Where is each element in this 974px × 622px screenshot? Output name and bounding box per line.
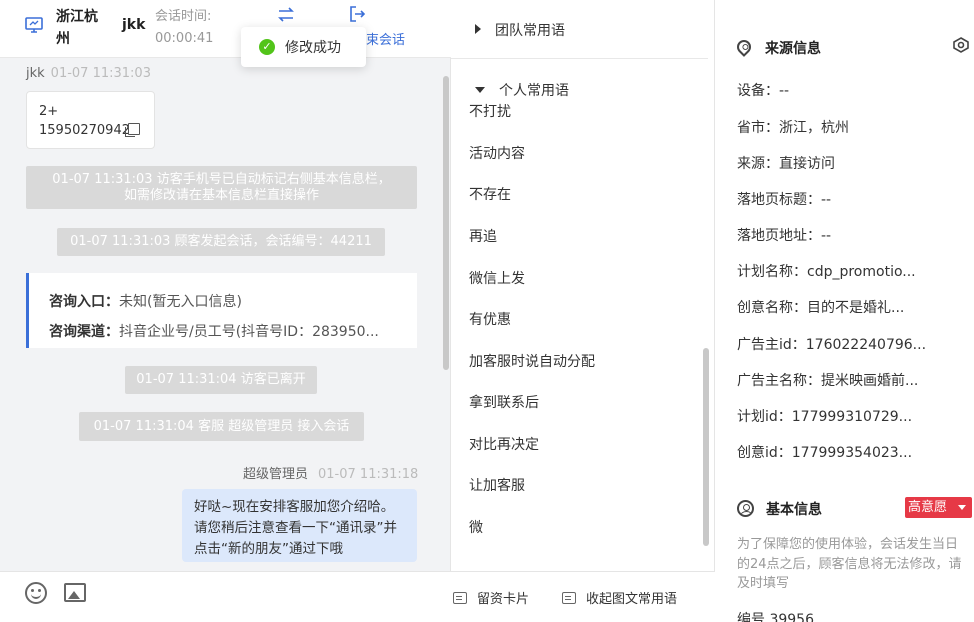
phrase-item[interactable]: 让加客服 <box>469 475 525 495</box>
source-info-label: 来源信息 <box>765 41 821 57</box>
agent-message-header: 超级管理员 01-07 11:31:18 <box>243 463 418 482</box>
phrase-item[interactable]: 拿到联系后 <box>469 392 539 412</box>
consult-info-card: 咨询入口：未知(暂无入口信息) 咨询渠道：抖音企业号/员工号(抖音号ID：283… <box>26 273 417 348</box>
agent-message-name: 超级管理员 <box>243 467 309 482</box>
emoji-icon[interactable] <box>25 582 47 604</box>
info-province-city: 省市：浙江，杭州 <box>737 120 849 136</box>
personal-phrases-group[interactable]: 个人常用语 <box>475 80 569 100</box>
system-message-line: 如需修改请在基本信息栏直接操作 <box>123 188 319 203</box>
end-session-button[interactable]: 束会话 <box>366 29 405 48</box>
user-icon <box>737 500 754 517</box>
phrase-item[interactable]: 对比再决定 <box>469 434 539 454</box>
monitor-icon <box>25 17 43 33</box>
phone-card: 2+ 15950270942 <box>26 91 155 149</box>
system-message-line: 01-07 11:31:03 访客手机号已自动标记右侧基本信息栏， <box>52 172 391 187</box>
visitor-name: jkk <box>122 17 146 33</box>
info-id: 编号 39956 <box>737 612 814 622</box>
session-time-value: 00:00:41 <box>155 31 214 46</box>
caret-down-icon <box>475 87 485 93</box>
system-message-session-start: 01-07 11:31:03 顾客发起会话，会话编号：44211 <box>57 228 385 256</box>
visitor-message-name: jkk <box>26 66 45 81</box>
chat-toolbar <box>0 571 451 622</box>
info-plan-name: 计划名称：cdp_promotio... <box>737 264 916 280</box>
system-message-visitor-left: 01-07 11:31:04 访客已离开 <box>125 366 317 394</box>
lead-card-button[interactable]: 留资卡片 <box>453 588 529 607</box>
info-device: 设备：-- <box>737 83 790 99</box>
phrase-item[interactable]: 不打扰 <box>469 101 511 121</box>
copy-icon[interactable] <box>125 123 140 137</box>
agent-message-time: 01-07 11:31:18 <box>318 467 419 482</box>
basic-info-title: 基本信息 <box>737 499 822 519</box>
consult-entry-value: 未知(暂无入口信息) <box>119 294 242 310</box>
image-icon[interactable] <box>64 583 86 602</box>
session-time-label: 会话时间: <box>155 9 212 24</box>
info-plan-id: 计划id：177999310729... <box>737 409 913 425</box>
message-card-icon <box>453 592 467 604</box>
consult-channel-value: 抖音企业号/员工号(抖音号ID：283950... <box>119 324 379 340</box>
collapse-phrases-label: 收起图文常用语 <box>586 592 678 607</box>
info-source: 来源：直接访问 <box>737 156 835 172</box>
edit-notice: 为了保障您的使用体验，会话发生当日的24点之后，顾客信息将无法修改，请及时填写 <box>737 537 962 591</box>
caret-right-icon <box>475 24 481 34</box>
team-phrases-label: 团队常用语 <box>495 23 565 39</box>
consult-entry-row: 咨询入口：未知(暂无入口信息) <box>49 287 397 317</box>
toast-text: 修改成功 <box>285 40 341 56</box>
info-creative-id: 创意id：177999354023... <box>737 445 913 461</box>
transfer-icon[interactable] <box>276 5 296 25</box>
consult-channel-label: 咨询渠道： <box>49 324 119 340</box>
visitor-info-panel: 来源信息 设备：-- 省市：浙江，杭州 来源：直接访问 落地页标题：-- 落地页… <box>715 0 974 622</box>
info-landing-title: 落地页标题：-- <box>737 192 832 208</box>
eye-icon[interactable] <box>952 37 970 53</box>
info-advertiser-id: 广告主id：176022240796... <box>737 337 927 353</box>
intent-level-dropdown[interactable]: 高意愿 <box>905 497 972 518</box>
phrase-item[interactable]: 有优惠 <box>469 309 511 329</box>
system-message-phone-marked: 01-07 11:31:03 访客手机号已自动标记右侧基本信息栏， 如需修改请在… <box>26 166 417 209</box>
basic-info-label: 基本信息 <box>766 502 822 518</box>
chat-header: 浙江杭州 jkk 会话时间: 00:00:41 束会话 <box>0 0 451 58</box>
info-creative-name: 创意名称：目的不是婚礼... <box>737 300 905 316</box>
phone-number: 2+ 15950270942 <box>39 104 130 138</box>
agent-message-bubble: 好哒~现在安排客服加您介绍哈。请您稍后注意查看一下“通讯录”并点击“新的朋友”通… <box>182 489 417 562</box>
check-circle-icon: ✓ <box>259 39 275 55</box>
system-message-agent-joined: 01-07 11:31:04 客服 超级管理员 接入会话 <box>79 412 364 441</box>
consult-entry-label: 咨询入口： <box>49 294 119 310</box>
team-phrases-group[interactable]: 团队常用语 <box>475 20 565 40</box>
phrase-item[interactable]: 不存在 <box>469 184 511 204</box>
collapse-phrases-button[interactable]: 收起图文常用语 <box>562 588 677 607</box>
chat-panel: 浙江杭州 jkk 会话时间: 00:00:41 束会话 ✓ 修改成功 jkk 01… <box>0 0 451 622</box>
phrase-item[interactable]: 活动内容 <box>469 143 525 163</box>
location-pin-icon <box>734 37 754 57</box>
phrase-item[interactable]: 微 <box>469 517 483 537</box>
info-advertiser-name: 广告主名称：提米映画婚前... <box>737 373 919 389</box>
end-session-icon[interactable] <box>347 4 367 24</box>
phrase-item[interactable]: 微信上发 <box>469 268 525 288</box>
divider <box>451 58 708 59</box>
phrases-panel: 团队常用语 个人常用语 不打扰 活动内容 不存在 再追 微信上发 有优惠 加客服… <box>451 0 715 622</box>
phrase-item[interactable]: 再追 <box>469 226 497 246</box>
phrases-footer: 留资卡片 收起图文常用语 <box>451 571 715 622</box>
success-toast: ✓ 修改成功 <box>241 27 366 67</box>
info-landing-url: 落地页地址：-- <box>737 228 832 244</box>
visitor-message-time: 01-07 11:31:03 <box>50 66 151 81</box>
personal-phrases-label: 个人常用语 <box>499 83 569 99</box>
lead-card-label: 留资卡片 <box>477 592 530 607</box>
source-info-title: 来源信息 <box>734 37 821 58</box>
phrases-scrollbar[interactable] <box>703 348 709 546</box>
message-icon <box>562 592 576 604</box>
chat-scrollbar[interactable] <box>443 76 449 370</box>
consult-channel-row: 咨询渠道：抖音企业号/员工号(抖音号ID：283950... <box>49 317 397 347</box>
visitor-message-header: jkk 01-07 11:31:03 <box>26 66 151 81</box>
visitor-location: 浙江杭州 <box>56 9 98 47</box>
phrase-item[interactable]: 加客服时说自动分配 <box>469 351 595 371</box>
